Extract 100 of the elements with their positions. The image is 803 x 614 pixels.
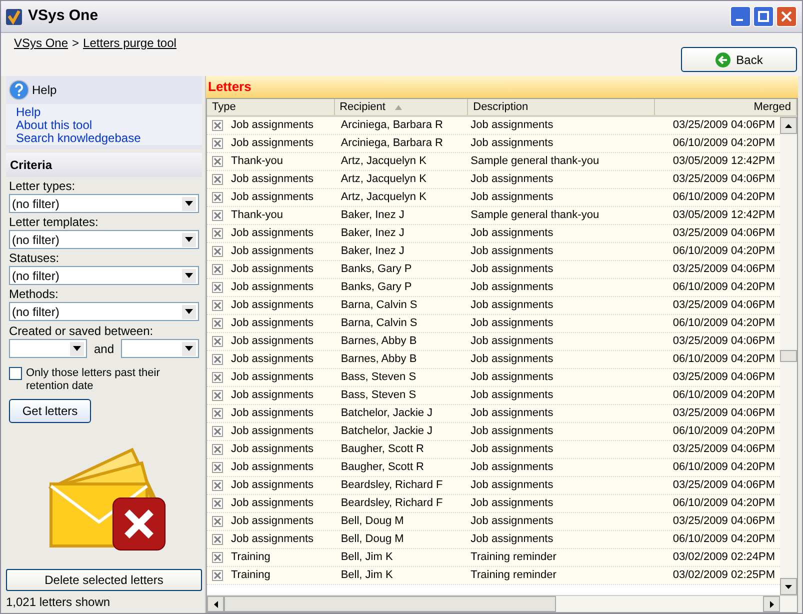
row-checkbox[interactable]	[212, 192, 223, 203]
get-letters-button[interactable]: Get letters	[9, 399, 91, 423]
table-cell-text: Thank-you	[231, 154, 283, 170]
breadcrumb-link[interactable]: VSys One	[14, 34, 68, 52]
row-checkbox[interactable]	[212, 570, 223, 581]
row-checkbox[interactable]	[212, 390, 223, 401]
table-cell-text: Job assignments	[231, 388, 314, 404]
row-checkbox[interactable]	[212, 498, 223, 509]
close-button[interactable]	[776, 6, 797, 27]
row-checkbox[interactable]	[212, 552, 223, 563]
table-cell-text: Bass, Steven S	[340, 370, 418, 386]
table-cell-text: Baker, Inez J	[340, 244, 406, 260]
column-header[interactable]: Merged	[655, 99, 797, 115]
table-cell-text: Job assignments	[470, 298, 554, 314]
table-cell-text: Arciniega, Barbara R	[340, 118, 444, 134]
maximize-icon	[758, 11, 769, 22]
help-link[interactable]: Help	[16, 106, 202, 119]
table-cell-text: Training reminder	[470, 550, 558, 566]
table-cell-text: Job assignments	[231, 460, 314, 476]
table-cell-text: 06/10/2009 04:20PM	[672, 190, 776, 206]
row-checkbox[interactable]	[212, 462, 223, 473]
table-cell-text: Job assignments	[231, 442, 314, 458]
scroll-right-icon[interactable]	[763, 596, 780, 612]
table-cell-text: Job assignments	[470, 190, 554, 206]
scroll-down-icon[interactable]	[780, 578, 797, 595]
table-cell-text: 06/10/2009 04:20PM	[672, 424, 776, 440]
filter-label: Letter templates:	[9, 215, 100, 230]
row-checkbox[interactable]	[212, 282, 223, 293]
scroll-thumb[interactable]	[780, 350, 797, 362]
dropdown-field[interactable]: (no filter)	[9, 266, 199, 285]
and-label: and	[94, 340, 114, 358]
scroll-thumb[interactable]	[224, 596, 556, 612]
row-checkbox[interactable]	[212, 210, 223, 221]
table-cell-text: Job assignments	[231, 514, 314, 530]
column-header[interactable]: Type	[207, 99, 335, 115]
row-checkbox[interactable]	[212, 372, 223, 383]
vertical-scrollbar[interactable]	[780, 117, 797, 595]
row-checkbox[interactable]	[212, 246, 223, 257]
help-title: Help	[32, 82, 57, 99]
table-cell-text: Job assignments	[231, 496, 314, 512]
row-checkbox[interactable]	[212, 120, 223, 131]
column-header[interactable]: Description	[468, 99, 656, 115]
minimize-button[interactable]	[730, 6, 751, 27]
row-checkbox[interactable]	[212, 354, 223, 365]
table-cell-text: Training	[231, 550, 270, 566]
table-cell-text: Job assignments	[231, 244, 314, 260]
row-checkbox[interactable]	[212, 228, 223, 239]
table-cell-text: 03/25/2009 04:06PM	[672, 118, 776, 134]
letters-header: Letters	[206, 76, 798, 98]
dropdown-field[interactable]	[121, 339, 199, 358]
table-cell-text: Job assignments	[470, 316, 554, 332]
maximize-button[interactable]	[753, 6, 774, 27]
table-cell-text: Job assignments	[231, 316, 314, 332]
row-checkbox[interactable]	[212, 408, 223, 419]
row-checkbox[interactable]	[212, 174, 223, 185]
table-cell-text: Beardsley, Richard F	[340, 478, 444, 494]
row-checkbox[interactable]	[212, 516, 223, 527]
dropdown-field[interactable]: (no filter)	[9, 194, 199, 213]
table-cell-text: Bell, Jim K	[340, 568, 394, 584]
column-header[interactable]: Recipient	[334, 99, 468, 115]
table-cell-text: Job assignments	[231, 334, 314, 350]
breadcrumb-link[interactable]: Letters purge tool	[83, 34, 176, 52]
table-cell-text: 03/25/2009 04:06PM	[672, 334, 776, 350]
back-button[interactable]: Back	[681, 47, 797, 72]
table-cell-text: Job assignments	[470, 478, 554, 494]
row-checkbox[interactable]	[212, 444, 223, 455]
scroll-left-icon[interactable]	[207, 596, 224, 612]
row-checkbox[interactable]	[212, 426, 223, 437]
help-link[interactable]: Search knowledgebase	[16, 132, 202, 145]
row-checkbox[interactable]	[212, 480, 223, 491]
row-checkbox[interactable]	[212, 156, 223, 167]
table-cell-text: Artz, Jacquelyn K	[340, 154, 428, 170]
scroll-up-icon[interactable]	[780, 117, 797, 134]
table-cell-text: 03/05/2009 12:42PM	[672, 208, 776, 224]
row-checkbox[interactable]	[212, 336, 223, 347]
dropdown-field[interactable]: (no filter)	[9, 230, 199, 249]
dropdown-field[interactable]	[9, 339, 87, 358]
table-cell-text: Job assignments	[231, 532, 314, 548]
row-checkbox[interactable]	[212, 264, 223, 275]
table-cell-text: Baker, Inez J	[340, 226, 406, 242]
table-cell-text: Baugher, Scott R	[340, 442, 426, 458]
table-cell-text: Job assignments	[231, 478, 314, 494]
table-cell-text: Baugher, Scott R	[340, 460, 426, 476]
table-cell-text: Banks, Gary P	[340, 262, 413, 278]
dropdown-field[interactable]: (no filter)	[9, 302, 199, 321]
delete-selected-button[interactable]: Delete selected letters	[6, 569, 202, 591]
row-checkbox[interactable]	[212, 300, 223, 311]
table-cell-text: Thank-you	[231, 208, 283, 224]
row-checkbox[interactable]	[212, 318, 223, 329]
help-link[interactable]: About this tool	[16, 119, 202, 132]
retention-checkbox[interactable]	[9, 367, 22, 380]
row-checkbox[interactable]	[212, 138, 223, 149]
row-checkbox[interactable]	[212, 534, 223, 545]
table-cell-text: Job assignments	[470, 280, 554, 296]
table-cell-text: 06/10/2009 04:20PM	[672, 496, 776, 512]
table-cell-text: Job assignments	[231, 190, 314, 206]
table-cell-text: Job assignments	[470, 460, 554, 476]
table-cell-text: 06/10/2009 04:20PM	[672, 136, 776, 152]
horizontal-scrollbar[interactable]	[207, 595, 797, 612]
table-cell-text: Baker, Inez J	[340, 208, 406, 224]
